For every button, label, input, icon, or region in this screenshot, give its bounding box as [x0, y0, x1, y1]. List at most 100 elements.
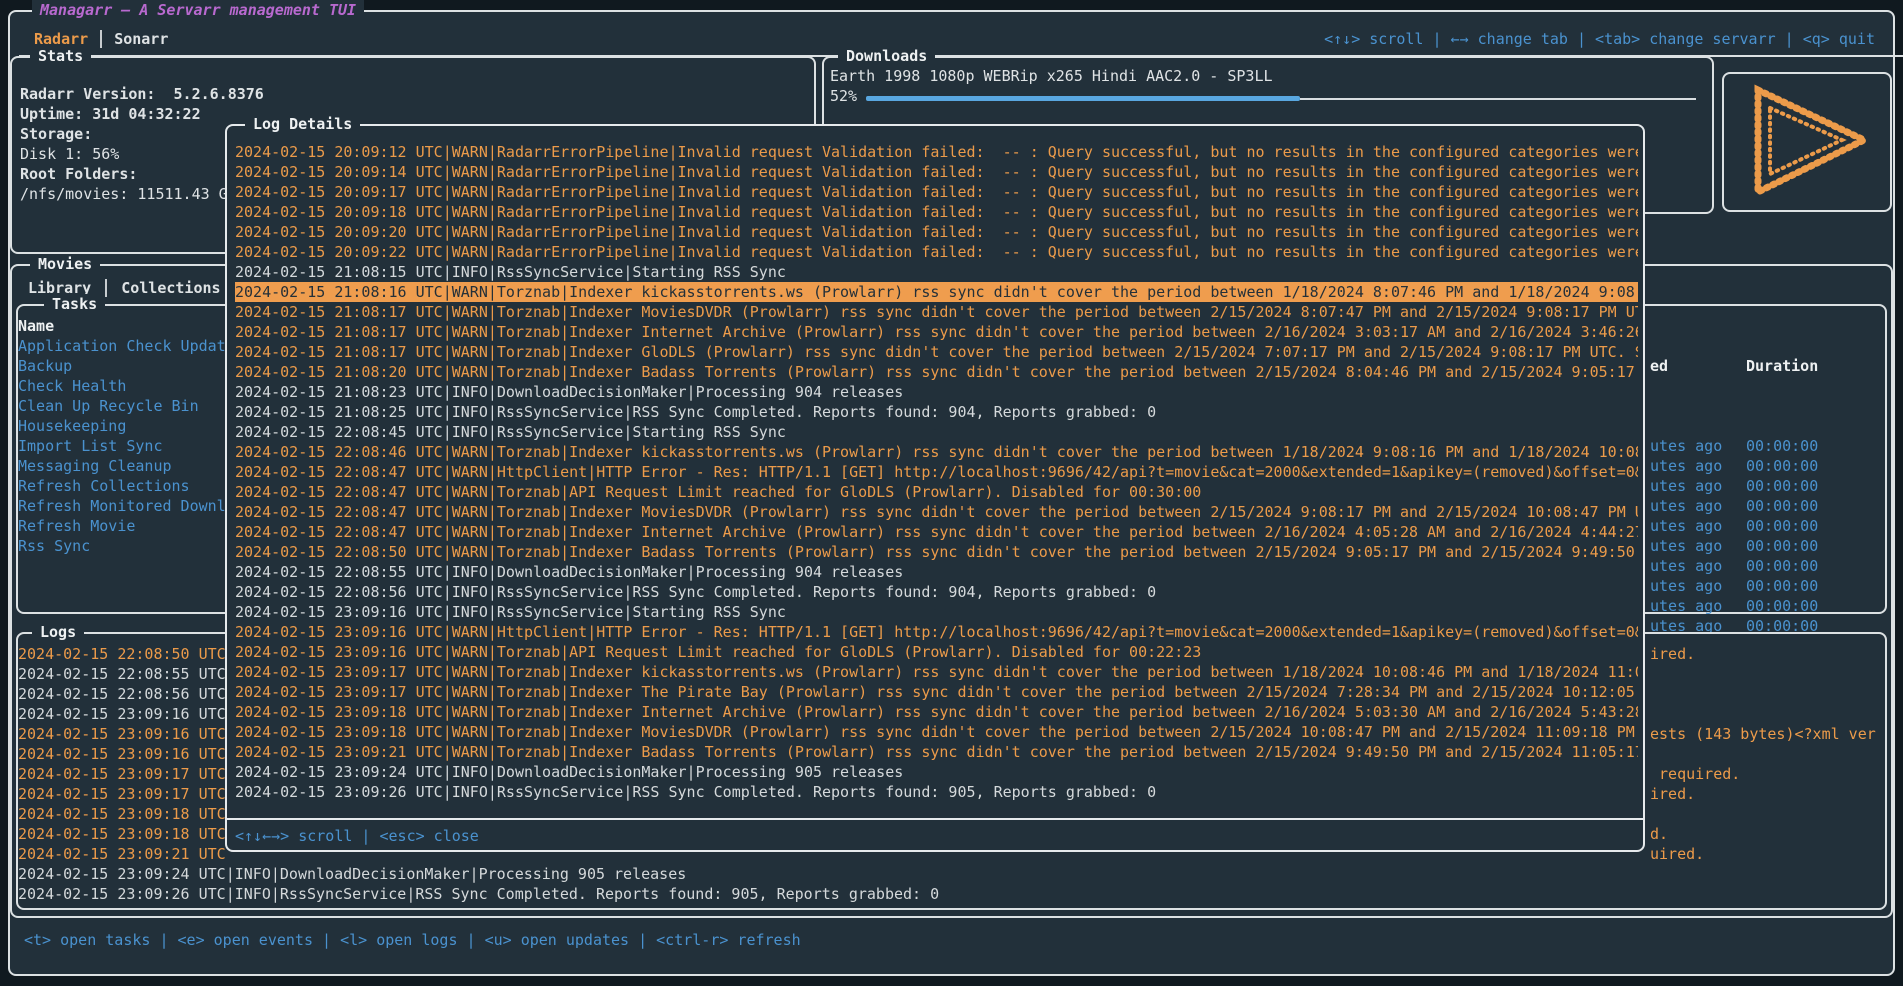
tab-sonarr[interactable]: Sonarr: [108, 29, 174, 49]
log-row[interactable]: 2024-02-15 23:09:24 UTC|INFO|DownloadDec…: [18, 864, 1883, 884]
log-row[interactable]: 2024-02-15 23:09:26 UTC|INFO|RssSyncServ…: [18, 884, 1883, 904]
download-progress-bar: [866, 96, 1300, 101]
task-row[interactable]: Messaging Cleanup: [18, 456, 226, 476]
log-detail-line[interactable]: 2024-02-15 22:08:45 UTC|INFO|RssSyncServ…: [235, 422, 1638, 442]
log-timestamp: 2024-02-15 23:09:16 UTC: [18, 725, 226, 743]
log-detail-line[interactable]: 2024-02-15 22:08:47 UTC|WARN|Torznab|API…: [235, 482, 1638, 502]
task-duration-cell: 00:00:00: [1746, 437, 1818, 455]
task-executed-cell: utes ago: [1650, 476, 1746, 496]
log-tail-fragment: uired.: [1650, 844, 1704, 864]
task-row[interactable]: Refresh Collections: [18, 476, 226, 496]
task-executed-cell: utes ago: [1650, 576, 1746, 596]
task-duration-cell: 00:00:00: [1746, 557, 1818, 575]
duration-column-header: Duration: [1746, 356, 1818, 376]
task-executed-cell: utes ago: [1650, 556, 1746, 576]
log-detail-line[interactable]: 2024-02-15 23:09:21 UTC|WARN|Torznab|Ind…: [235, 742, 1638, 762]
log-timestamp: 2024-02-15 23:09:18 UTC: [18, 825, 226, 843]
task-executed-cell: utes ago: [1650, 436, 1746, 456]
log-detail-line[interactable]: 2024-02-15 21:08:15 UTC|INFO|RssSyncServ…: [235, 262, 1638, 282]
managarr-play-logo-icon: [1736, 80, 1886, 206]
log-detail-line[interactable]: 2024-02-15 22:08:46 UTC|WARN|Torznab|Ind…: [235, 442, 1638, 462]
log-details-modal: Log Details 2024-02-15 20:09:12 UTC|WARN…: [225, 124, 1645, 852]
task-executed-cell: utes ago: [1650, 596, 1746, 616]
log-detail-line[interactable]: 2024-02-15 21:08:16 UTC|WARN|Torznab|Ind…: [235, 282, 1638, 302]
movies-panel-title: Movies: [30, 254, 100, 274]
log-detail-line[interactable]: 2024-02-15 20:09:22 UTC|WARN|RadarrError…: [235, 242, 1638, 262]
log-detail-line[interactable]: 2024-02-15 23:09:18 UTC|WARN|Torznab|Ind…: [235, 702, 1638, 722]
log-timestamp: 2024-02-15 23:09:18 UTC: [18, 805, 226, 823]
task-executed-cell: utes ago: [1650, 516, 1746, 536]
tasks-name-column: Name Application Check UpdatBackupCheck …: [18, 316, 226, 556]
log-detail-line[interactable]: 2024-02-15 23:09:17 UTC|WARN|Torznab|Ind…: [235, 682, 1638, 702]
uptime: Uptime: 31d 04:32:22: [20, 104, 264, 124]
task-duration-cell: 00:00:00: [1746, 537, 1818, 555]
log-tail-fragment: ests (143 bytes)<?xml ver: [1650, 724, 1876, 744]
tab-separator: [105, 279, 107, 297]
executed-column-header: ed: [1650, 356, 1746, 376]
task-timing-row: utes ago00:00:00: [1650, 496, 1818, 516]
log-detail-line[interactable]: 2024-02-15 20:09:14 UTC|WARN|RadarrError…: [235, 162, 1638, 182]
log-tail-fragment: ired.: [1650, 644, 1695, 664]
task-row[interactable]: Backup: [18, 356, 226, 376]
log-detail-line[interactable]: 2024-02-15 21:08:23 UTC|INFO|DownloadDec…: [235, 382, 1638, 402]
log-detail-line[interactable]: 2024-02-15 21:08:25 UTC|INFO|RssSyncServ…: [235, 402, 1638, 422]
task-duration-cell: 00:00:00: [1746, 517, 1818, 535]
log-detail-line[interactable]: 2024-02-15 23:09:24 UTC|INFO|DownloadDec…: [235, 762, 1638, 782]
log-detail-line[interactable]: 2024-02-15 23:09:16 UTC|WARN|Torznab|API…: [235, 642, 1638, 662]
log-detail-line[interactable]: 2024-02-15 21:08:17 UTC|WARN|Torznab|Ind…: [235, 322, 1638, 342]
log-detail-line[interactable]: 2024-02-15 23:09:16 UTC|INFO|RssSyncServ…: [235, 602, 1638, 622]
tab-collections[interactable]: Collections: [113, 278, 228, 298]
logs-panel-title: Logs: [32, 622, 84, 642]
log-detail-line[interactable]: 2024-02-15 20:09:12 UTC|WARN|RadarrError…: [235, 142, 1638, 162]
log-timestamp: 2024-02-15 22:08:50 UTC: [18, 645, 226, 663]
modal-divider: [225, 818, 1645, 820]
log-timestamp: 2024-02-15 23:09:17 UTC: [18, 785, 226, 803]
task-duration-cell: 00:00:00: [1746, 497, 1818, 515]
task-executed-cell: utes ago: [1650, 536, 1746, 556]
footer-shortcuts: <t> open tasks | <e> open events | <l> o…: [24, 930, 801, 950]
log-detail-line[interactable]: 2024-02-15 21:08:20 UTC|WARN|Torznab|Ind…: [235, 362, 1638, 382]
log-timestamp: 2024-02-15 22:08:55 UTC: [18, 665, 226, 683]
log-detail-line[interactable]: 2024-02-15 23:09:18 UTC|WARN|Torznab|Ind…: [235, 722, 1638, 742]
task-row[interactable]: Rss Sync: [18, 536, 226, 556]
log-detail-line[interactable]: 2024-02-15 23:09:26 UTC|INFO|RssSyncServ…: [235, 782, 1638, 802]
task-timing-row: utes ago00:00:00: [1650, 476, 1818, 496]
task-row[interactable]: Refresh Movie: [18, 516, 226, 536]
task-row[interactable]: Import List Sync: [18, 436, 226, 456]
task-row[interactable]: Housekeeping: [18, 416, 226, 436]
log-detail-line[interactable]: 2024-02-15 22:08:47 UTC|WARN|HttpClient|…: [235, 462, 1638, 482]
task-timing-row: utes ago00:00:00: [1650, 596, 1818, 616]
log-detail-line[interactable]: 2024-02-15 20:09:17 UTC|WARN|RadarrError…: [235, 182, 1638, 202]
log-detail-line[interactable]: 2024-02-15 21:08:17 UTC|WARN|Torznab|Ind…: [235, 302, 1638, 322]
task-executed-cell: utes ago: [1650, 496, 1746, 516]
managarr-screen: Managarr – A Servarr management TUI Rada…: [0, 0, 1903, 986]
task-timing-row: utes ago00:00:00: [1650, 536, 1818, 556]
log-detail-line[interactable]: 2024-02-15 20:09:20 UTC|WARN|RadarrError…: [235, 222, 1638, 242]
log-details-title: Log Details: [245, 114, 360, 134]
tab-separator: [100, 30, 102, 48]
task-duration-cell: 00:00:00: [1746, 597, 1818, 615]
log-detail-line[interactable]: 2024-02-15 22:08:56 UTC|INFO|RssSyncServ…: [235, 582, 1638, 602]
log-detail-line[interactable]: 2024-02-15 21:08:17 UTC|WARN|Torznab|Ind…: [235, 342, 1638, 362]
log-timestamp: 2024-02-15 23:09:17 UTC: [18, 765, 226, 783]
log-detail-line[interactable]: 2024-02-15 22:08:47 UTC|WARN|Torznab|Ind…: [235, 522, 1638, 542]
log-detail-line[interactable]: 2024-02-15 20:09:18 UTC|WARN|RadarrError…: [235, 202, 1638, 222]
task-timing-row: utes ago00:00:00: [1650, 436, 1818, 456]
log-detail-line[interactable]: 2024-02-15 22:08:50 UTC|WARN|Torznab|Ind…: [235, 542, 1638, 562]
log-timestamp: 2024-02-15 23:09:16 UTC: [18, 745, 226, 763]
log-detail-line[interactable]: 2024-02-15 23:09:16 UTC|WARN|HttpClient|…: [235, 622, 1638, 642]
log-detail-line[interactable]: 2024-02-15 23:09:17 UTC|WARN|Torznab|Ind…: [235, 662, 1638, 682]
task-row[interactable]: Application Check Updat: [18, 336, 226, 356]
task-row[interactable]: Check Health: [18, 376, 226, 396]
logo-panel: [1722, 72, 1892, 212]
log-detail-line[interactable]: 2024-02-15 22:08:55 UTC|INFO|DownloadDec…: [235, 562, 1638, 582]
log-detail-line[interactable]: 2024-02-15 22:08:47 UTC|WARN|Torznab|Ind…: [235, 502, 1638, 522]
log-timestamp: 2024-02-15 23:09:16 UTC: [18, 705, 226, 723]
task-timing-row: utes ago00:00:00: [1650, 456, 1818, 476]
tasks-name-header: Name: [18, 316, 226, 336]
download-item[interactable]: Earth 1998 1080p WEBRip x265 Hindi AAC2.…: [830, 66, 1273, 86]
task-duration-cell: 00:00:00: [1746, 577, 1818, 595]
task-row[interactable]: Refresh Monitored Downl: [18, 496, 226, 516]
task-row[interactable]: Clean Up Recycle Bin: [18, 396, 226, 416]
downloads-panel-title: Downloads: [838, 46, 935, 66]
